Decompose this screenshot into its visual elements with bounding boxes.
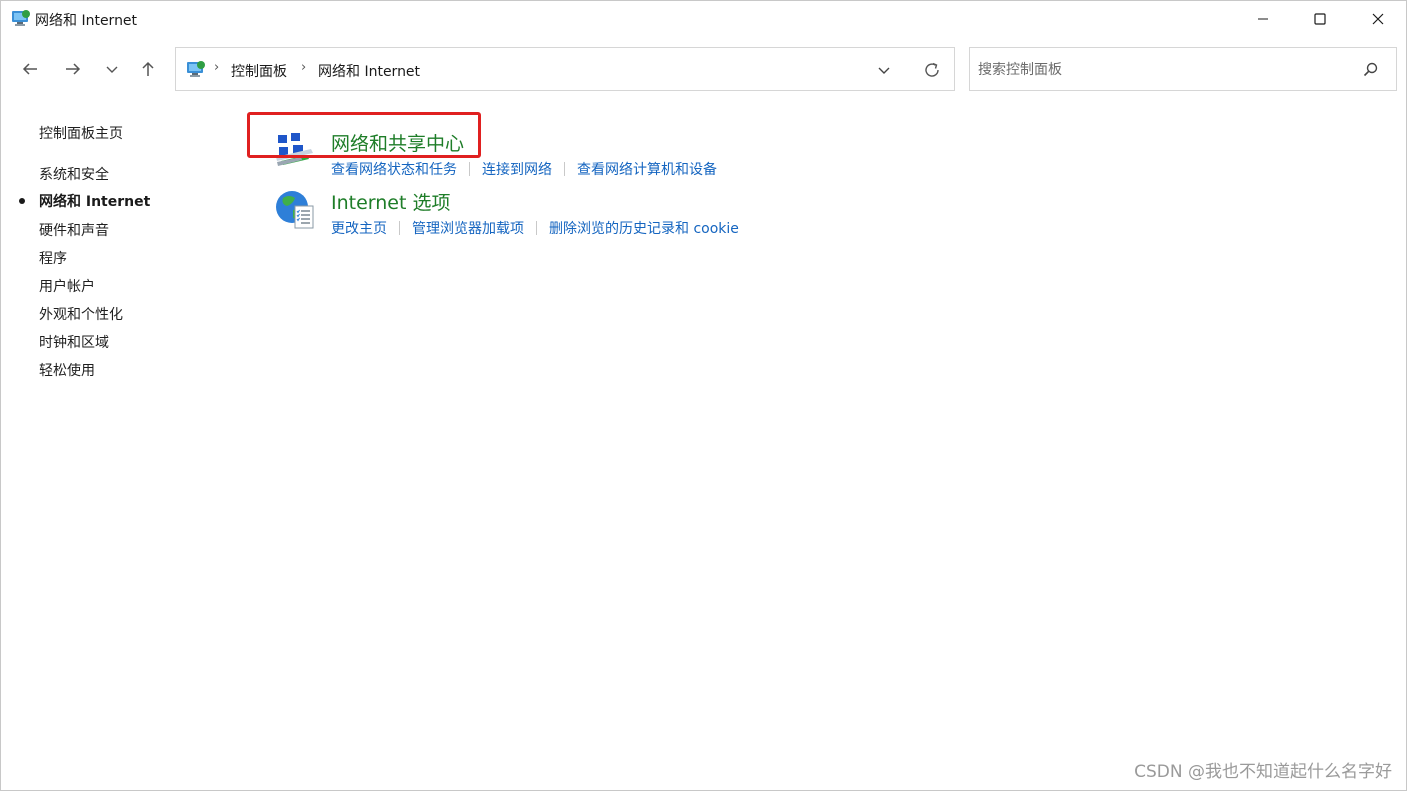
search-box[interactable]	[969, 47, 1397, 91]
link-divider	[564, 162, 565, 176]
category-links: 更改主页 管理浏览器加载项 删除浏览的历史记录和 cookie	[331, 218, 739, 238]
sidebar-item-system-security[interactable]: 系统和安全	[39, 164, 109, 184]
arrow-left-icon	[22, 63, 37, 75]
breadcrumb-network-internet[interactable]: 网络和 Internet	[318, 61, 420, 81]
minimize-icon	[1258, 18, 1268, 20]
arrow-right-icon	[66, 63, 81, 75]
link-divider	[536, 221, 537, 235]
watermark-text: CSDN @我也不知道起什么名字好	[1134, 762, 1392, 782]
arrow-up-icon	[142, 61, 154, 76]
sidebar-item-clock-region[interactable]: 时钟和区域	[39, 332, 109, 352]
address-bar[interactable]: › 控制面板 › 网络和 Internet	[175, 47, 955, 91]
link-divider	[399, 221, 400, 235]
control-panel-network-icon	[186, 60, 206, 78]
search-input[interactable]	[978, 60, 1338, 80]
category-links: 查看网络状态和任务 连接到网络 查看网络计算机和设备	[331, 159, 717, 179]
category-title-internet-options[interactable]: Internet 选项	[331, 188, 450, 215]
link-delete-history[interactable]: 删除浏览的历史记录和 cookie	[549, 218, 739, 238]
sidebar-item-network-internet[interactable]: 网络和 Internet	[39, 191, 150, 211]
control-panel-window: 网络和 Internet › 控制面板 › 网络和 Internet 搜索控制面…	[0, 0, 1407, 791]
maximize-button[interactable]	[1292, 1, 1348, 37]
sidebar-item-ease-of-access[interactable]: 轻松使用	[39, 360, 95, 380]
chevron-down-icon	[106, 66, 118, 73]
breadcrumb-control-panel[interactable]: 控制面板	[231, 61, 287, 81]
link-connect-network[interactable]: 连接到网络	[482, 159, 552, 179]
link-view-network-status[interactable]: 查看网络状态和任务	[331, 159, 457, 179]
recent-locations-button[interactable]	[97, 54, 127, 84]
window-title: 网络和 Internet	[35, 13, 138, 29]
internet-options-globe-icon[interactable]	[273, 188, 317, 232]
sidebar-item-home[interactable]: 控制面板主页	[39, 123, 123, 143]
link-manage-addons[interactable]: 管理浏览器加载项	[412, 218, 524, 238]
highlight-annotation	[247, 112, 481, 158]
sidebar-item-user-accounts[interactable]: 用户帐户	[39, 276, 95, 296]
control-panel-network-icon	[11, 9, 31, 27]
link-change-homepage[interactable]: 更改主页	[331, 218, 387, 238]
breadcrumb-separator[interactable]: ›	[301, 60, 306, 75]
refresh-button[interactable]	[918, 58, 946, 82]
close-icon	[1372, 13, 1384, 25]
link-view-network-computers[interactable]: 查看网络计算机和设备	[577, 159, 717, 179]
maximize-icon	[1314, 13, 1326, 25]
sidebar-item-hardware-sound[interactable]: 硬件和声音	[39, 220, 109, 240]
back-button[interactable]	[15, 54, 45, 84]
search-icon[interactable]	[1362, 61, 1380, 79]
refresh-icon	[925, 62, 939, 77]
address-history-button[interactable]	[872, 58, 896, 82]
chevron-down-icon	[878, 67, 890, 74]
sidebar-item-appearance[interactable]: 外观和个性化	[39, 304, 123, 324]
link-divider	[469, 162, 470, 176]
breadcrumb-separator[interactable]: ›	[214, 60, 219, 75]
forward-button[interactable]	[58, 54, 88, 84]
active-indicator	[19, 198, 25, 204]
close-button[interactable]	[1350, 1, 1406, 37]
up-button[interactable]	[133, 54, 163, 84]
sidebar-item-programs[interactable]: 程序	[39, 248, 67, 268]
minimize-button[interactable]	[1235, 1, 1291, 37]
title-bar: 网络和 Internet	[1, 1, 1406, 37]
